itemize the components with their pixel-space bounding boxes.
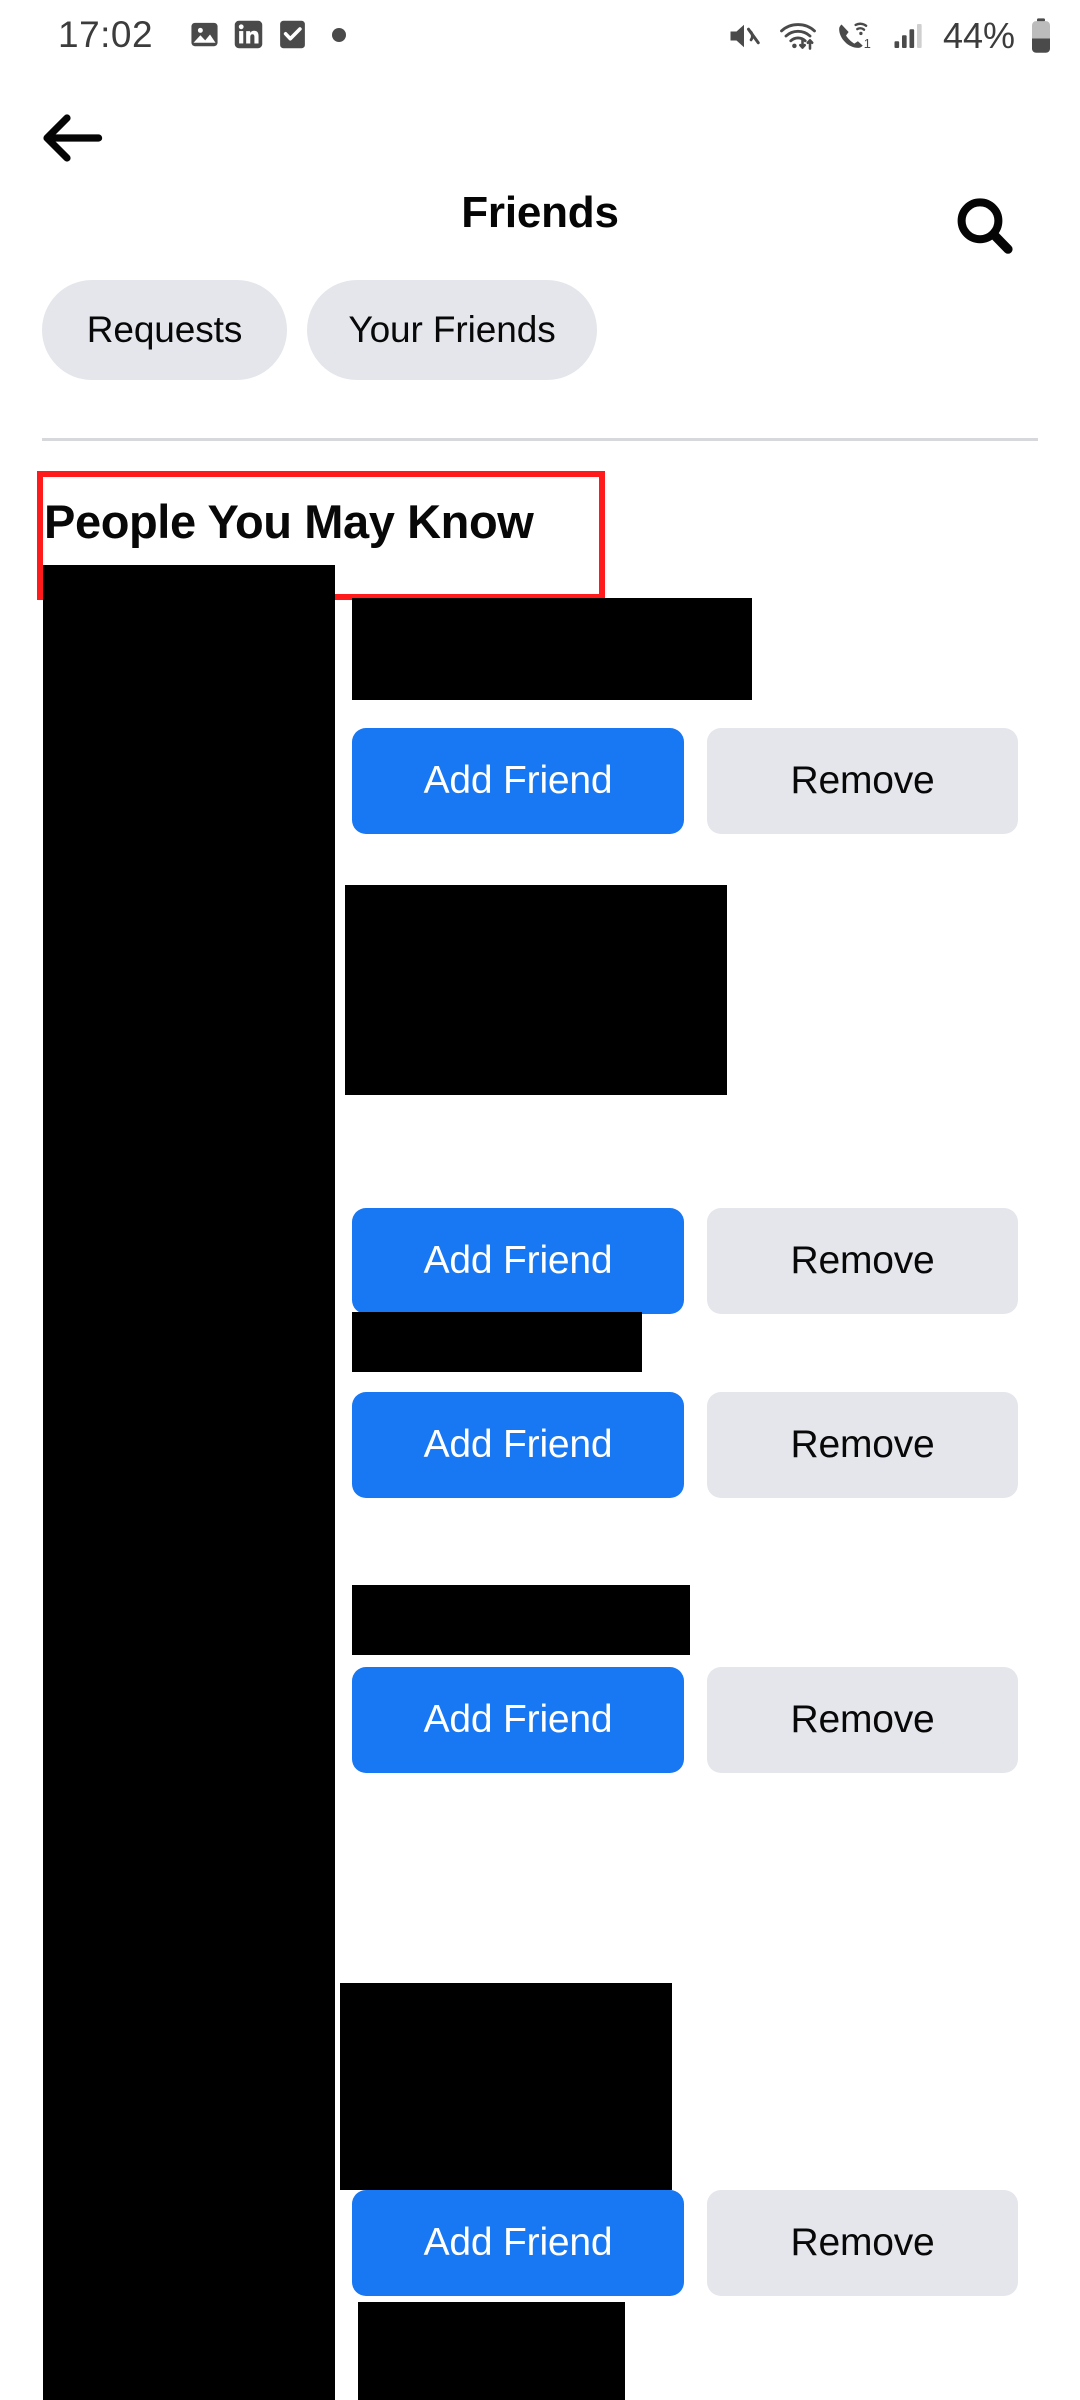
add-friend-button[interactable]: Add Friend (352, 2190, 684, 2296)
status-bar-notification-icons (188, 18, 346, 51)
section-divider (42, 438, 1038, 441)
tab-requests[interactable]: Requests (42, 280, 287, 380)
checkbox-icon (280, 20, 305, 49)
svg-text:1: 1 (864, 36, 871, 51)
redacted-name-bar (352, 1312, 642, 1372)
linkedin-icon (234, 20, 263, 49)
redacted-name-bar (358, 2302, 625, 2400)
app-bar: Friends (0, 68, 1080, 254)
cellular-signal-icon (894, 24, 922, 48)
remove-button[interactable]: Remove (707, 728, 1018, 834)
status-bar: 17:02 1 44% (0, 0, 1080, 68)
redacted-name-bar (352, 1585, 690, 1655)
wifi-calling-icon: 1 (839, 22, 871, 51)
remove-button[interactable]: Remove (707, 1208, 1018, 1314)
redacted-name-bar (340, 1983, 672, 2190)
back-arrow-icon[interactable] (38, 106, 110, 170)
battery-icon (1032, 18, 1050, 53)
page-title: Friends (461, 188, 619, 237)
search-icon[interactable] (948, 190, 1024, 266)
redacted-avatar-column (43, 565, 335, 2400)
mute-icon (730, 24, 760, 48)
image-icon (191, 22, 218, 47)
status-bar-clock: 17:02 (58, 14, 154, 55)
status-bar-system-icons: 1 44% (724, 16, 1054, 56)
people-you-may-know-list[interactable]: Add Friend Remove Add Friend Remove Add Frie… (0, 560, 1080, 2400)
phone-screen: 17:02 1 44% Friends Requests Your Friend… (0, 0, 1080, 2400)
dot-indicator-icon (332, 27, 346, 42)
add-friend-button[interactable]: Add Friend (352, 1392, 684, 1498)
remove-button[interactable]: Remove (707, 2190, 1018, 2296)
remove-button[interactable]: Remove (707, 1392, 1018, 1498)
redacted-name-bar (352, 598, 752, 700)
add-friend-button[interactable]: Add Friend (352, 728, 684, 834)
tab-your-friends[interactable]: Your Friends (307, 280, 597, 380)
redacted-name-bar (345, 885, 727, 1095)
remove-button[interactable]: Remove (707, 1667, 1018, 1773)
wifi-data-icon (780, 23, 816, 50)
battery-percent-label: 44% (942, 15, 1015, 56)
add-friend-button[interactable]: Add Friend (352, 1667, 684, 1773)
section-title-people-you-may-know: People You May Know (44, 495, 534, 548)
add-friend-button[interactable]: Add Friend (352, 1208, 684, 1314)
friends-tab-bar: Requests Your Friends (0, 280, 1080, 384)
